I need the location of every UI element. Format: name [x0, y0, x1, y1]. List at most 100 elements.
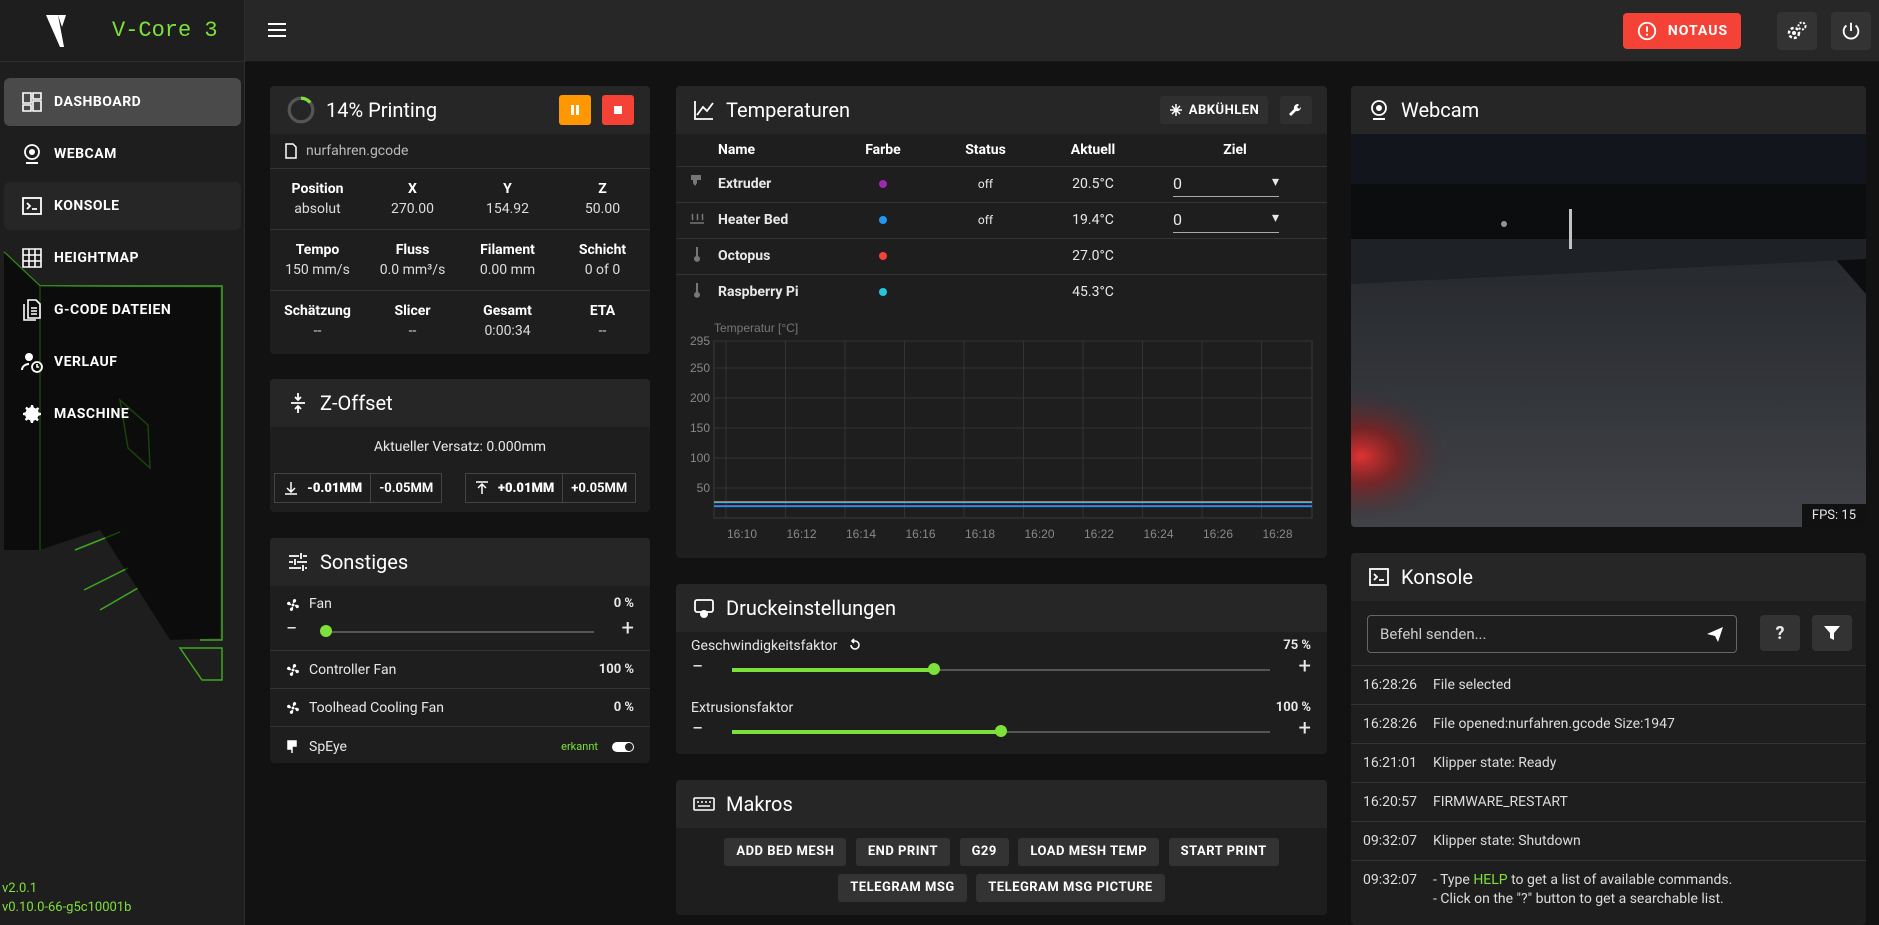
extrusion-factor-slider[interactable]: [732, 725, 1270, 737]
cooldown-button[interactable]: ABKÜHLEN: [1160, 96, 1268, 124]
fan-increase-button[interactable]: +: [622, 616, 634, 641]
chart-ytick-label: 50: [697, 481, 711, 495]
console-card: Konsole Befehl senden... ? 16:28:26 File …: [1351, 553, 1866, 925]
nav-webcam[interactable]: WEBCAM: [4, 130, 241, 178]
macro-g29-button[interactable]: G29: [959, 838, 1009, 866]
extruder-target-input[interactable]: 0 ▾: [1173, 172, 1279, 197]
console-icon: [1369, 568, 1389, 586]
nav-dashboard[interactable]: DASHBOARD: [4, 78, 241, 126]
console-line: 09:32:07 Klipper state: Shutdown: [1351, 821, 1866, 860]
temp-row-octopus: Octopus 27.0°C: [676, 237, 1327, 274]
fan-decrease-button[interactable]: −: [286, 616, 297, 640]
speed-slider-knob[interactable]: [927, 663, 940, 675]
console-line[interactable]: 16:20:57 FIRMWARE_RESTART: [1351, 782, 1866, 821]
pause-button[interactable]: [559, 95, 591, 125]
progress-ring-icon: [287, 96, 315, 124]
speed-slider-fill: [732, 668, 934, 672]
misc-card: Sonstiges Fan 0 % − + Controller Fan 100…: [270, 538, 650, 763]
temp-row-extruder: Extruder off 20.5°C 0 ▾: [676, 165, 1327, 202]
color-dot[interactable]: [879, 288, 887, 297]
fan-value: 0 %: [613, 596, 634, 611]
chart-ytick-label: 250: [690, 361, 710, 375]
menu-icon[interactable]: [265, 18, 289, 42]
print-settings-card: Druckeinstellungen Geschwindigkeitsfakto…: [676, 584, 1327, 754]
extrusion-increase-button[interactable]: +: [1299, 716, 1311, 741]
zoffset-down-big-button[interactable]: -0.05MM: [370, 474, 441, 502]
stop-button[interactable]: [602, 95, 634, 125]
zoffset-down-small-button[interactable]: -0.01MM: [275, 474, 370, 502]
macro-load-mesh-temp-button[interactable]: LOAD MESH TEMP: [1018, 838, 1160, 866]
heater-bed-icon: [690, 213, 704, 224]
console-input[interactable]: Befehl senden...: [1367, 615, 1737, 653]
color-dot[interactable]: [879, 216, 887, 224]
nav-heightmap[interactable]: HEIGHTMAP: [4, 234, 241, 282]
nav-label: WEBCAM: [54, 146, 117, 162]
arrow-down-icon: [285, 482, 297, 495]
console-line: 16:21:01 Klipper state: Ready: [1351, 743, 1866, 782]
fan-icon: [287, 701, 299, 714]
help-command-link[interactable]: HELP: [1473, 872, 1507, 888]
fan-slider[interactable]: [320, 625, 594, 637]
speye-label: SpEye: [309, 738, 347, 755]
z-adjust-icon: [291, 393, 305, 413]
speed-increase-button[interactable]: +: [1299, 654, 1311, 679]
nav-gcode-files[interactable]: G-CODE DATEIEN: [4, 286, 241, 334]
temp-presets-button[interactable]: [1280, 96, 1312, 124]
toolhead-fan-label: Toolhead Cooling Fan: [309, 699, 444, 716]
help-button[interactable]: ?: [1760, 615, 1800, 651]
speed-factor-value: 75 %: [1283, 638, 1311, 653]
console-header: Konsole: [1351, 553, 1866, 601]
settings-button[interactable]: [1777, 12, 1817, 50]
power-button[interactable]: [1831, 12, 1871, 50]
nav-konsole[interactable]: KONSOLE: [4, 182, 241, 230]
chevron-down-icon: ▾: [1271, 173, 1279, 190]
grid-icon: [22, 248, 42, 268]
macro-telegram-msg-button[interactable]: TELEGRAM MSG: [838, 874, 967, 902]
webcam-header: Webcam: [1351, 86, 1866, 134]
chart-xtick-label: 16:26: [1203, 527, 1233, 541]
macro-add-bed-mesh-button[interactable]: ADD BED MESH: [724, 838, 847, 866]
speed-decrease-button[interactable]: −: [692, 654, 703, 678]
nav-maschine[interactable]: MASCHINE: [4, 390, 241, 438]
chart-xtick-label: 16:20: [1024, 527, 1054, 541]
speed-factor-slider[interactable]: [732, 663, 1270, 675]
nav-label: MASCHINE: [54, 406, 130, 422]
color-dot[interactable]: [879, 252, 887, 260]
heater-bed-target-input[interactable]: 0 ▾: [1173, 208, 1279, 233]
fan-slider-knob[interactable]: [320, 625, 332, 637]
status-header: 14% Printing: [270, 86, 650, 134]
gear-icon: [23, 405, 41, 423]
macro-start-print-button[interactable]: START PRINT: [1168, 838, 1279, 866]
power-icon: [1842, 22, 1860, 40]
color-dot[interactable]: [879, 180, 887, 188]
console-line: 16:28:26 File selected: [1351, 665, 1866, 704]
extrusion-slider-knob[interactable]: [995, 725, 1007, 737]
fan-icon: [287, 663, 299, 676]
chart-xtick-label: 16:16: [905, 527, 935, 541]
macro-end-print-button[interactable]: END PRINT: [855, 838, 951, 866]
x-cell: X 270.00: [390, 181, 435, 217]
fps-badge: FPS: 15: [1801, 504, 1866, 527]
nav-verlauf[interactable]: VERLAUF: [4, 338, 241, 386]
macro-telegram-msg-picture-button[interactable]: TELEGRAM MSG PICTURE: [976, 874, 1165, 902]
reset-icon[interactable]: [848, 638, 862, 652]
temperature-chart[interactable]: Temperatur [°C] 295 250 200 150 100 50 16:10 16:…: [676, 316, 1327, 558]
app-title: V-Core 3: [112, 18, 218, 43]
webcam-title: Webcam: [1401, 98, 1480, 122]
alert-icon: [1637, 21, 1657, 41]
filter-button[interactable]: [1812, 615, 1852, 651]
sliders-icon: [289, 553, 307, 571]
logo-icon[interactable]: [44, 13, 68, 49]
extrusion-decrease-button[interactable]: −: [692, 716, 703, 740]
send-icon[interactable]: [1706, 625, 1724, 643]
zoffset-header: Z-Offset: [270, 379, 650, 427]
position-row: Position absolut X 270.00 Y 154.92 Z 50.00: [270, 168, 650, 229]
temperature-title: Temperaturen: [726, 98, 851, 122]
speye-toggle[interactable]: [612, 741, 634, 752]
chart-ylabel: Temperatur [°C]: [714, 321, 798, 335]
zoffset-up-small-button[interactable]: +0.01MM: [466, 474, 562, 502]
zoffset-title: Z-Offset: [320, 391, 393, 415]
app-version: v2.0.1: [2, 881, 38, 896]
emergency-stop-button[interactable]: NOTAUS: [1623, 13, 1741, 49]
zoffset-up-big-button[interactable]: +0.05MM: [562, 474, 635, 502]
